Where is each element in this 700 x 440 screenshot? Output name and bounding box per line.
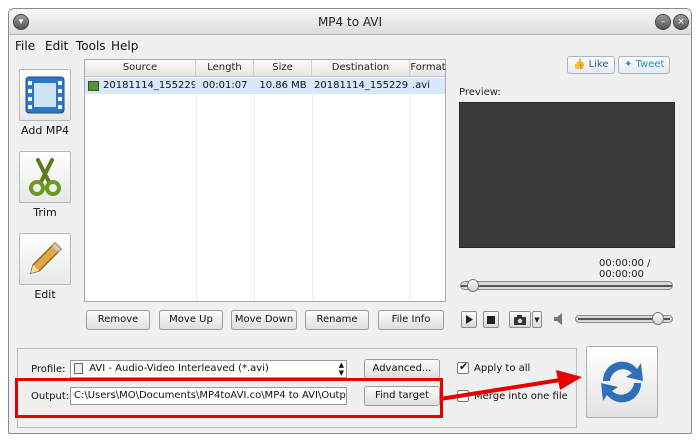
annotation-arrow (439, 370, 582, 401)
